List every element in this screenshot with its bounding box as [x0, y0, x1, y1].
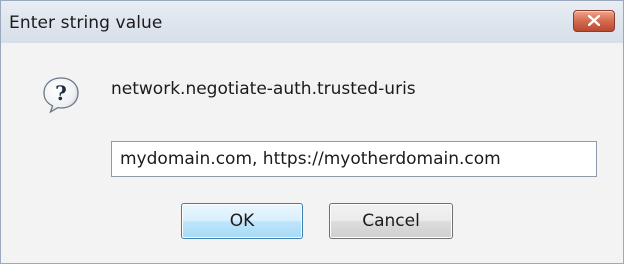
close-icon — [588, 15, 600, 26]
dialog-window: Enter string value ? network.negotiate-a… — [0, 0, 624, 264]
ok-button[interactable]: OK — [181, 203, 303, 239]
question-icon: ? — [43, 77, 79, 114]
dialog-title: Enter string value — [9, 13, 163, 33]
svg-text:?: ? — [55, 81, 67, 105]
string-value-input[interactable] — [111, 141, 597, 177]
close-button[interactable] — [573, 10, 615, 32]
cancel-button[interactable]: Cancel — [329, 203, 453, 239]
dialog-body: ? network.negotiate-auth.trusted-uris OK… — [1, 43, 623, 263]
title-bar[interactable]: Enter string value — [1, 1, 623, 43]
preference-name: network.negotiate-auth.trusted-uris — [111, 79, 416, 99]
